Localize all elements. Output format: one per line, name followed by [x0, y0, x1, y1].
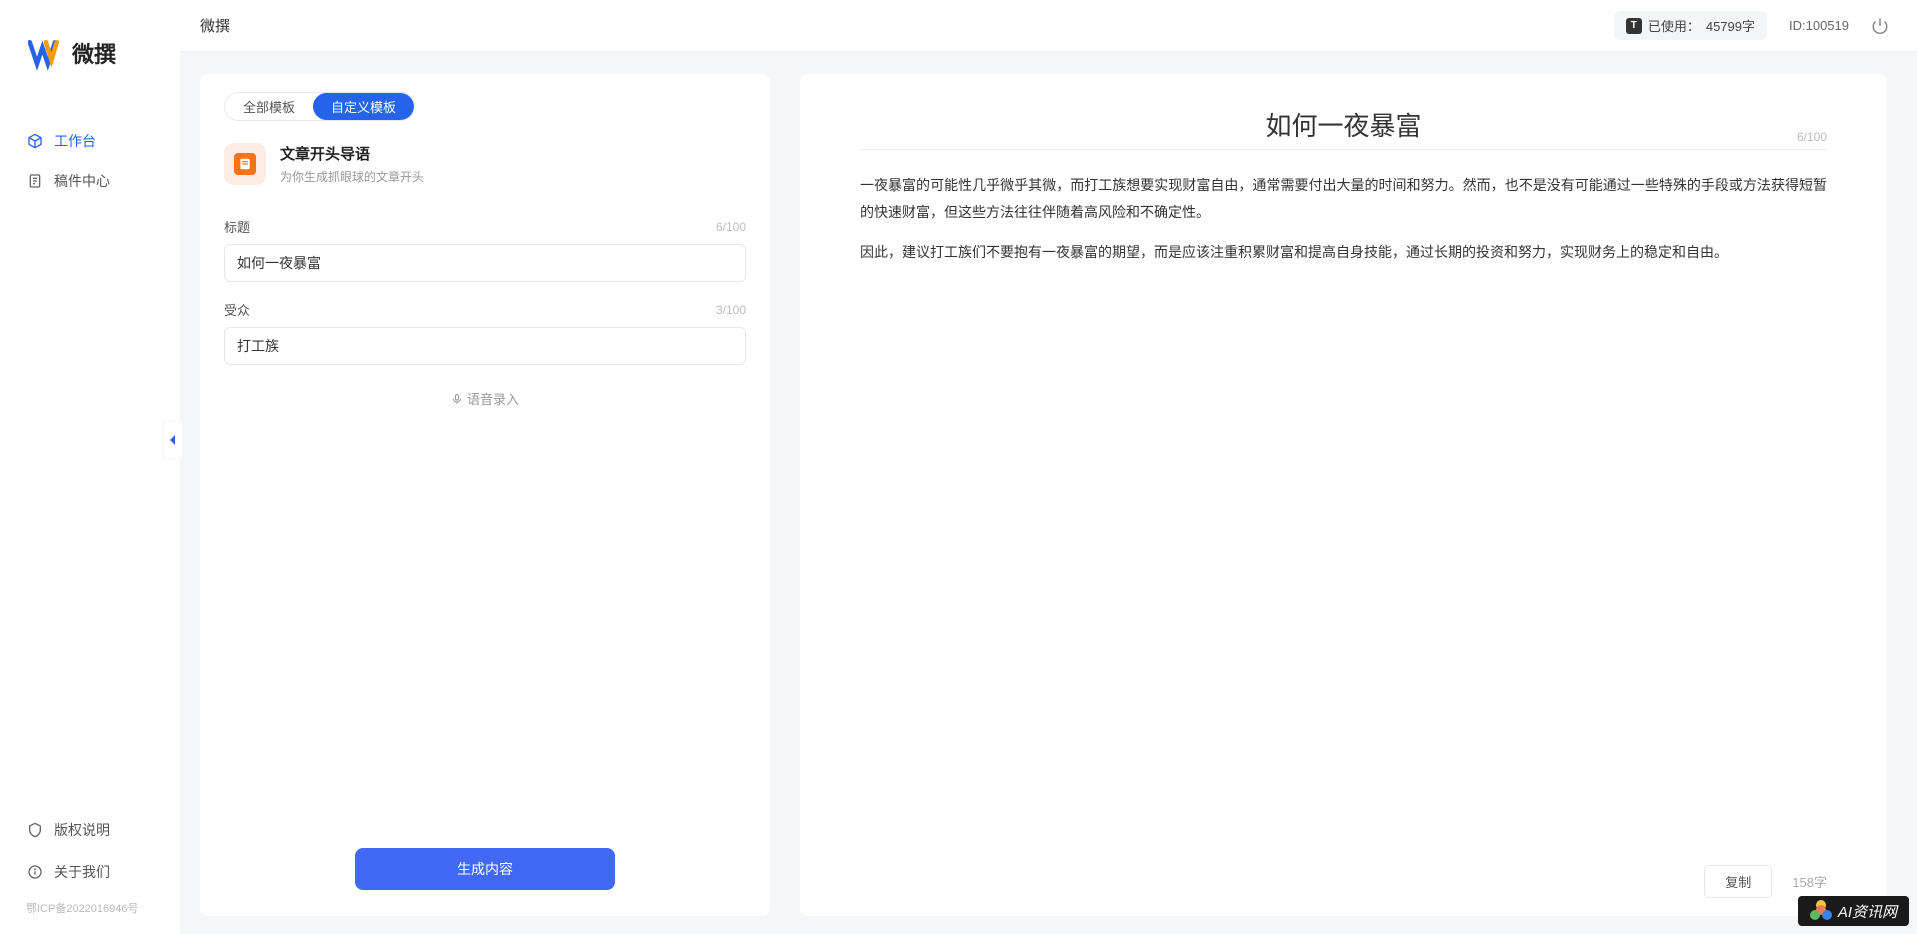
document-icon	[26, 172, 44, 190]
user-id: ID:100519	[1789, 18, 1849, 33]
text-icon: T	[1626, 18, 1642, 34]
divider	[860, 149, 1827, 150]
content: 全部模板 自定义模板 文章开头导语 为你生成抓眼球的文章开头	[180, 52, 1917, 934]
audience-input[interactable]	[224, 327, 746, 365]
template-tabs: 全部模板 自定义模板	[224, 92, 415, 121]
mic-icon	[451, 393, 463, 405]
field-label: 受众	[224, 300, 250, 319]
nav-documents[interactable]: 稿件中心	[18, 161, 162, 201]
output-paragraph: 一夜暴富的可能性几乎微乎其微，而打工族想要实现财富自由，通常需要付出大量的时间和…	[860, 172, 1827, 225]
main-area: 微撰 T 已使用： 45799字 ID:100519 全部模板	[180, 0, 1917, 934]
collapse-handle[interactable]	[164, 422, 182, 458]
sidebar-bottom: 版权说明 关于我们 鄂ICP备2022016946号	[0, 810, 180, 934]
page-title: 微撰	[200, 15, 230, 36]
output-title: 如何一夜暴富	[860, 106, 1827, 143]
nav-workspace[interactable]: 工作台	[18, 121, 162, 161]
output-title-count: 6/100	[1797, 130, 1827, 144]
output-body: 一夜暴富的可能性几乎微乎其微，而打工族想要实现财富自由，通常需要付出大量的时间和…	[860, 172, 1827, 853]
shield-icon	[26, 821, 44, 839]
logo: 微撰	[0, 35, 180, 121]
tab-custom-templates[interactable]: 自定义模板	[313, 93, 414, 120]
watermark-text: AI资讯网	[1838, 901, 1897, 922]
nav-copyright[interactable]: 版权说明	[18, 810, 162, 850]
usage-value: 45799字	[1706, 16, 1755, 35]
template-name: 文章开头导语	[280, 143, 424, 164]
template-icon	[224, 143, 266, 185]
usage-label: 已使用：	[1648, 16, 1700, 35]
nav-main: 工作台 稿件中心	[0, 121, 180, 810]
voice-label: 语音录入	[467, 389, 519, 408]
output-paragraph: 因此，建议打工族们不要抱有一夜暴富的期望，而是应该注重积累财富和提高自身技能，通…	[860, 239, 1827, 266]
template-desc: 为你生成抓眼球的文章开头	[280, 168, 424, 185]
nav-label: 关于我们	[54, 862, 110, 882]
template-text: 文章开头导语 为你生成抓眼球的文章开头	[280, 143, 424, 185]
watermark: AI资讯网	[1798, 896, 1909, 926]
nav-label: 版权说明	[54, 820, 110, 840]
info-icon	[26, 863, 44, 881]
field-label: 标题	[224, 217, 250, 236]
nav-label: 工作台	[54, 131, 96, 151]
input-panel: 全部模板 自定义模板 文章开头导语 为你生成抓眼球的文章开头	[200, 74, 770, 916]
nav-label: 稿件中心	[54, 171, 110, 191]
power-icon[interactable]	[1871, 17, 1889, 35]
field-title: 标题 6/100	[224, 217, 746, 282]
flower-icon	[1810, 900, 1832, 922]
icp-notice: 鄂ICP备2022016946号	[18, 894, 162, 916]
nav-about[interactable]: 关于我们	[18, 852, 162, 892]
output-panel: 如何一夜暴富 6/100 一夜暴富的可能性几乎微乎其微，而打工族想要实现财富自由…	[800, 74, 1887, 916]
field-count: 3/100	[716, 303, 746, 317]
logo-text: 微撰	[72, 37, 116, 69]
tab-all-templates[interactable]: 全部模板	[225, 93, 313, 120]
voice-input-button[interactable]: 语音录入	[224, 389, 746, 408]
field-audience: 受众 3/100	[224, 300, 746, 365]
field-count: 6/100	[716, 220, 746, 234]
sidebar: 微撰 工作台 稿件中心 版权说明	[0, 0, 180, 934]
header-right: T 已使用： 45799字 ID:100519	[1614, 11, 1889, 40]
note-icon	[234, 153, 256, 175]
copy-button[interactable]: 复制	[1704, 865, 1772, 898]
char-count: 158字	[1792, 872, 1827, 891]
header: 微撰 T 已使用： 45799字 ID:100519	[180, 0, 1917, 52]
logo-icon	[28, 35, 64, 71]
usage-badge[interactable]: T 已使用： 45799字	[1614, 11, 1767, 40]
title-input[interactable]	[224, 244, 746, 282]
output-footer: 复制 158字	[860, 853, 1827, 898]
cube-icon	[26, 132, 44, 150]
template-header: 文章开头导语 为你生成抓眼球的文章开头	[224, 143, 746, 185]
generate-button[interactable]: 生成内容	[355, 848, 615, 890]
